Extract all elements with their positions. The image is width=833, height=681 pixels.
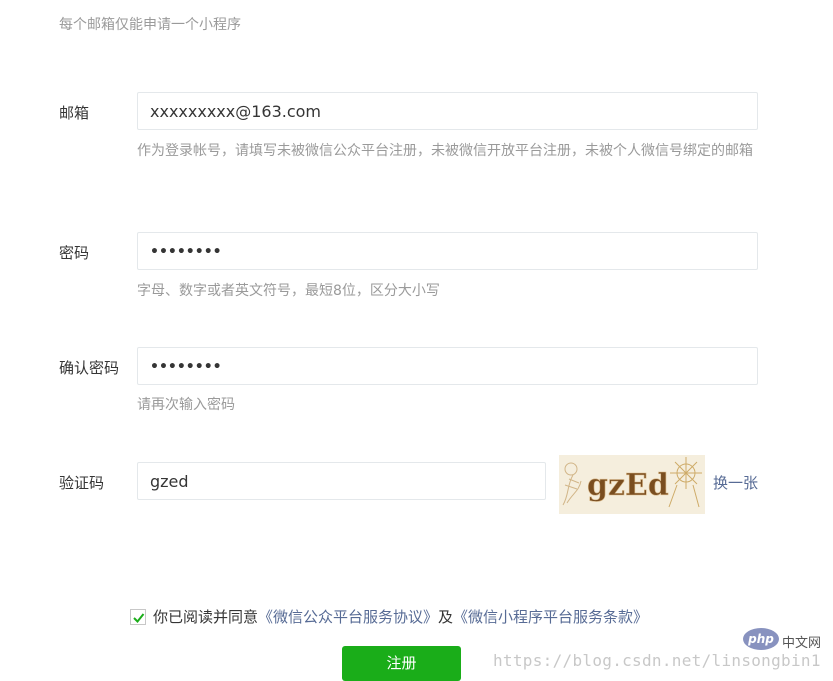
password-label: 密码 [59,244,90,262]
captcha-text: gzEd [587,468,669,503]
confirm-password-label: 确认密码 [59,359,120,377]
captcha-image[interactable]: gzEd [559,455,705,514]
miniprogram-terms-link[interactable]: 《微信小程序平台服务条款》 [453,606,648,627]
email-label: 邮箱 [59,104,90,122]
php-cn-logo-text: 中文网 [782,636,822,651]
password-field[interactable]: •••••••• [137,232,758,270]
password-hint: 字母、数字或者英文符号，最短8位，区分大小写 [137,283,440,299]
email-hint: 作为登录帐号，请填写未被微信公众平台注册，未被微信开放平台注册，未被个人微信号绑… [137,143,753,159]
confirm-password-hint: 请再次输入密码 [137,397,235,413]
notice-text: 每个邮箱仅能申请一个小程序 [59,17,241,33]
watermark: https://blog.csdn.net/linsongbin1 [493,651,821,670]
captcha-label: 验证码 [59,474,105,492]
agreement-row: 你已阅读并同意 《微信公众平台服务协议》 及 《微信小程序平台服务条款》 [130,606,648,627]
agreement-middle: 及 [438,608,454,626]
check-icon [133,612,145,623]
confirm-password-field[interactable]: •••••••• [137,347,758,385]
refresh-captcha-link[interactable]: 换一张 [713,472,758,493]
captcha-graphic: gzEd [559,455,705,514]
captcha-field[interactable]: gzed [137,462,546,500]
agreement-prefix: 你已阅读并同意 [153,608,259,626]
email-field[interactable]: xxxxxxxxx@163.com [137,92,758,130]
agree-checkbox[interactable] [130,608,146,625]
php-logo: php [743,628,779,650]
register-button[interactable]: 注册 [342,646,461,681]
service-agreement-link[interactable]: 《微信公众平台服务协议》 [258,606,438,627]
register-form-page: 每个邮箱仅能申请一个小程序 邮箱 xxxxxxxxx@163.com 作为登录帐… [0,0,833,681]
